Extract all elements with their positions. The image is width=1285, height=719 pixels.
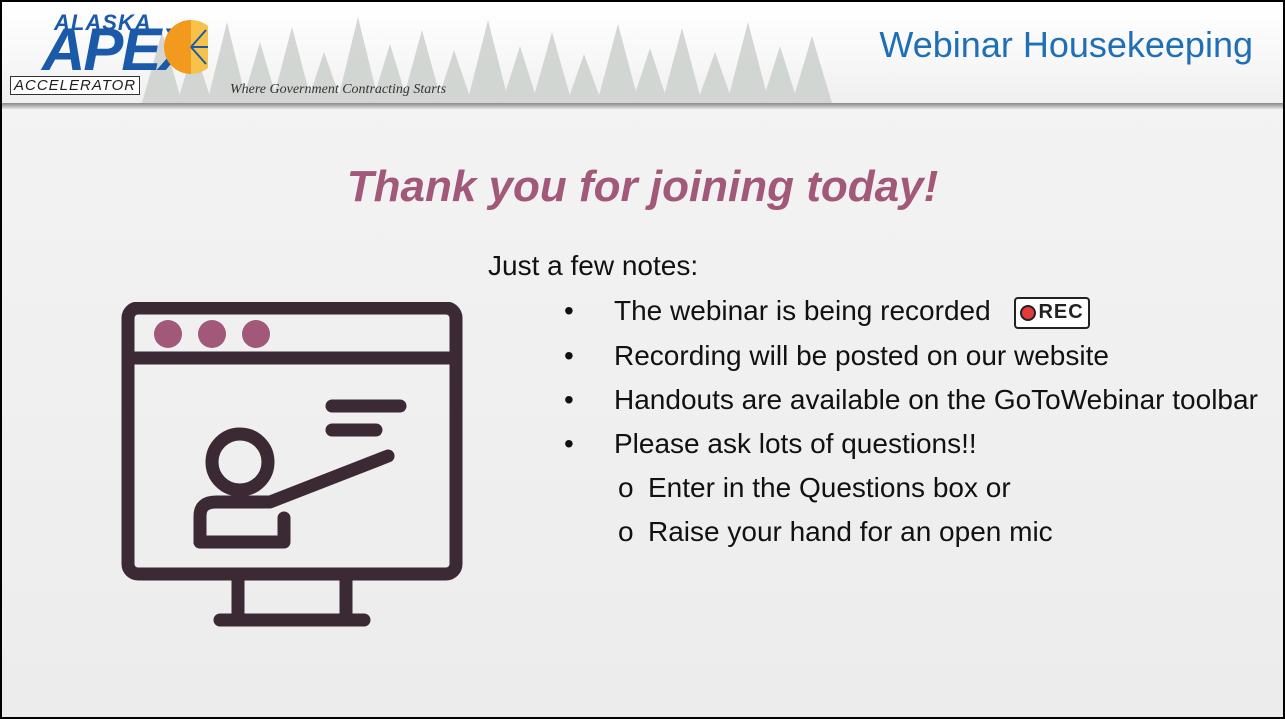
notes-list: • The webinar is being recorded REC • Re…	[558, 294, 1258, 559]
header-divider	[2, 103, 1283, 109]
list-item: • The webinar is being recorded REC	[558, 294, 1258, 329]
bullet-glyph: •	[564, 383, 574, 415]
bullet-text: Recording will be posted on our website	[614, 339, 1109, 371]
list-item: • Handouts are available on the GoToWebi…	[558, 383, 1258, 417]
bullet-text: Please ask lots of questions!!	[614, 427, 977, 459]
apex-logo: ALASKA APEX ACCELERATOR	[10, 8, 210, 100]
headline: Thank you for joining today!	[346, 162, 939, 211]
slide: ALASKA APEX ACCELERATOR Where Government…	[0, 0, 1285, 719]
page-title: Webinar Housekeeping	[879, 24, 1253, 65]
bullet-glyph: •	[564, 427, 574, 459]
list-item: • Recording will be posted on our websit…	[558, 339, 1258, 373]
sub-bullet-glyph: o	[618, 471, 634, 503]
list-item: • Please ask lots of questions!!	[558, 427, 1258, 461]
sub-bullet-text: Enter in the Questions box or	[648, 471, 1011, 503]
presenter-at-screen-icon	[121, 302, 463, 627]
header-band: ALASKA APEX ACCELERATOR Where Government…	[2, 2, 1283, 103]
sub-list-item: o Enter in the Questions box or	[558, 471, 1258, 505]
sun-icon	[164, 20, 208, 74]
bullet-glyph: •	[564, 339, 574, 371]
sub-bullet-text: Raise your hand for an open mic	[648, 515, 1053, 547]
record-icon	[1020, 304, 1037, 321]
sub-list-item: o Raise your hand for an open mic	[558, 515, 1258, 549]
tagline: Where Government Contracting Starts	[230, 82, 447, 97]
bullet-text: The webinar is being recorded	[614, 295, 991, 326]
record-badge: REC	[1014, 296, 1090, 329]
sub-bullet-glyph: o	[618, 515, 634, 547]
intro-text: Just a few notes:	[488, 250, 699, 281]
logo-accelerator-text: ACCELERATOR	[10, 76, 141, 95]
bullet-text: Handouts are available on the GoToWebina…	[614, 383, 1258, 415]
bullet-glyph: •	[564, 295, 574, 326]
record-badge-label: REC	[1038, 301, 1084, 324]
